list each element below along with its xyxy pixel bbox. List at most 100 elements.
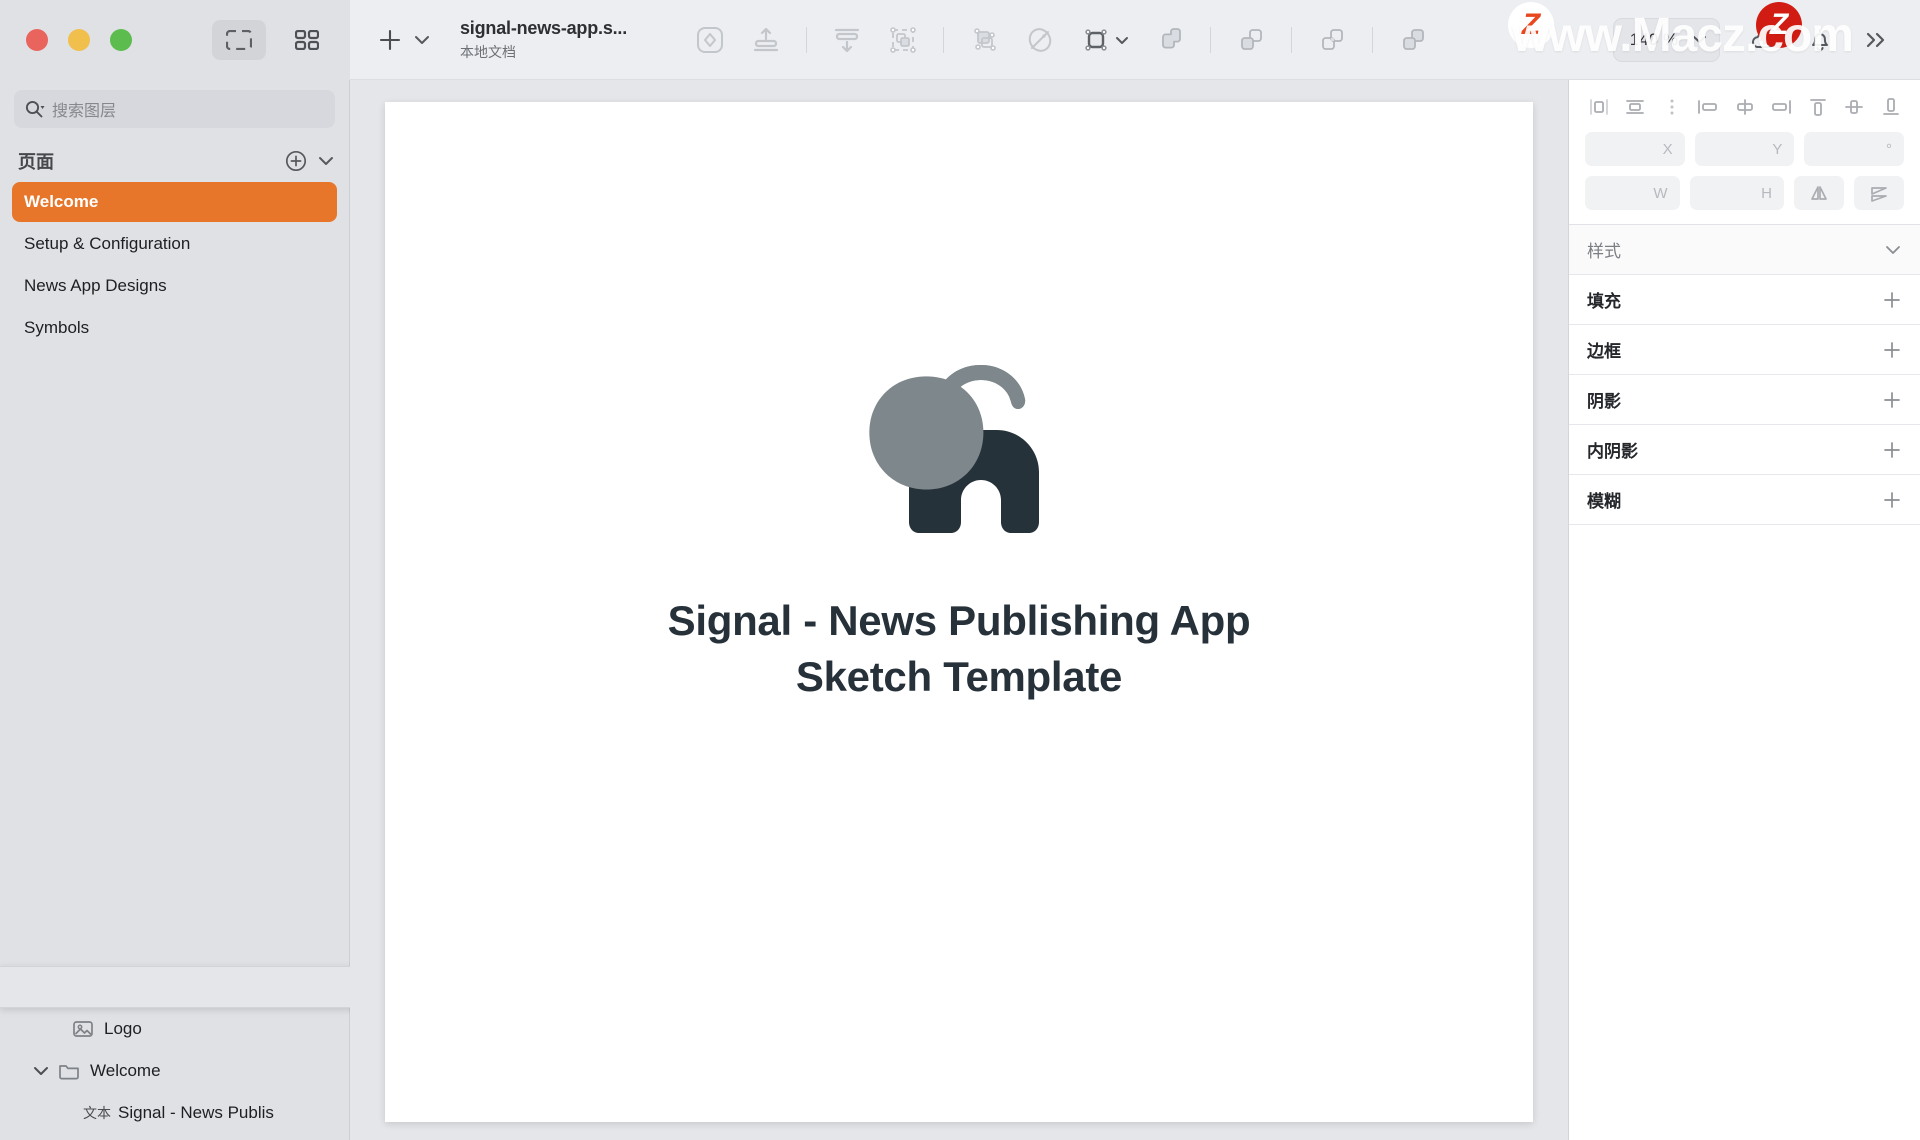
align-right-edge-icon[interactable] [1768, 94, 1795, 120]
document-title: signal-news-app.s... [460, 17, 628, 38]
layer-row-logo[interactable]: Logo [0, 1008, 349, 1050]
union-button[interactable] [1144, 16, 1196, 64]
pages-collapse-chevron-icon[interactable] [317, 153, 335, 169]
section-label: 样式 [1587, 242, 1621, 261]
symbol-button[interactable] [684, 16, 736, 64]
chevron-down-icon[interactable] [1884, 242, 1902, 258]
flip-vertical-button[interactable] [1854, 176, 1904, 210]
send-backward-button[interactable] [821, 16, 873, 64]
y-field[interactable]: Y [1694, 132, 1795, 166]
inspector-section-shadow[interactable]: 阴影 [1569, 375, 1920, 425]
canvas-area[interactable]: Signal - News Publishing App Sketch Temp… [350, 80, 1568, 1140]
inspector-section-blur[interactable]: 模糊 [1569, 475, 1920, 525]
height-field[interactable]: H [1689, 176, 1784, 210]
insert-chevron-down-icon[interactable] [414, 33, 430, 47]
cloud-upload-button[interactable] [1738, 16, 1790, 64]
disclosure-chevron-icon[interactable] [28, 1064, 54, 1078]
align-bottom-edge-icon[interactable] [1877, 94, 1904, 120]
notifications-icon [1806, 26, 1834, 54]
more-toolbar-button[interactable] [1850, 16, 1902, 64]
minimize-button[interactable] [68, 29, 90, 51]
add-border-icon[interactable] [1882, 340, 1902, 360]
add-icon[interactable] [378, 28, 402, 52]
position-row: X Y ° [1585, 132, 1905, 166]
component-button[interactable] [958, 16, 1010, 64]
titlebar-left [0, 0, 350, 80]
add-page-button[interactable] [285, 150, 307, 172]
align-middle-icon[interactable] [1841, 94, 1868, 120]
align-center-icon[interactable] [1731, 94, 1758, 120]
sidebar-page-news-app-designs[interactable]: News App Designs [12, 266, 337, 306]
inspector-section-fill[interactable]: 填充 [1569, 275, 1920, 325]
add-blur-icon[interactable] [1882, 490, 1902, 510]
flip-horizontal-button[interactable] [1794, 176, 1844, 210]
zoom-value: 140 % [1629, 29, 1678, 49]
section-label: 阴影 [1587, 392, 1621, 411]
more-toolbar-icon [1863, 29, 1889, 51]
notifications-button[interactable] [1794, 16, 1846, 64]
toolbar-right-group: 140 % [1612, 16, 1902, 64]
difference-icon [1398, 25, 1428, 55]
artboard-title[interactable]: Signal - News Publishing App Sketch Temp… [668, 593, 1251, 705]
artboard-canvas[interactable]: Signal - News Publishing App Sketch Temp… [385, 102, 1533, 1122]
rotation-field[interactable]: ° [1804, 132, 1905, 166]
page-label: News App Designs [24, 276, 167, 295]
align-center-horizontal-icon[interactable] [1622, 94, 1649, 120]
page-label: Welcome [24, 192, 99, 211]
toolbar-divider [1372, 26, 1373, 53]
elephant-logo[interactable] [859, 357, 1059, 535]
zoom-chevron-down-icon[interactable] [1692, 33, 1707, 46]
grid-view-icon [295, 30, 319, 50]
align-left-icon[interactable] [1585, 94, 1612, 120]
zoom-control[interactable]: 140 % [1612, 17, 1720, 62]
x-field[interactable]: X [1585, 132, 1685, 166]
pages-header: 页面 [0, 142, 349, 182]
document-subtitle: 本地文档 [460, 43, 516, 60]
mask-icon [1025, 25, 1055, 55]
pages-title: 页面 [18, 152, 54, 172]
shape-tool-button[interactable] [1070, 16, 1140, 64]
grid-view-button[interactable] [280, 20, 334, 60]
shape-chevron-down-icon[interactable] [1115, 34, 1129, 46]
difference-button[interactable] [1387, 16, 1439, 64]
mask-button[interactable] [1014, 16, 1066, 64]
pages-empty-space [0, 350, 349, 966]
sidebar-page-welcome[interactable]: Welcome [12, 182, 337, 222]
distribute-icon[interactable] [1658, 94, 1685, 120]
search-layers-field[interactable]: 搜索图层 [14, 90, 335, 128]
cloud-upload-icon [1748, 26, 1780, 54]
layers-list: Artboard Logo [0, 966, 1148, 1140]
document-info[interactable]: signal-news-app.s... 本地文档 [460, 18, 650, 62]
layer-label: Logo [104, 1019, 142, 1038]
add-shadow-icon[interactable] [1882, 390, 1902, 410]
subtract-button[interactable] [1225, 16, 1277, 64]
main-body: 搜索图层 页面 Welcome Setup & Configuration Ne… [0, 80, 1920, 1140]
sidebar-page-setup-configuration[interactable]: Setup & Configuration [12, 224, 337, 264]
layer-label: Welcome [90, 1061, 161, 1080]
width-field[interactable]: W [1585, 176, 1680, 210]
intersect-button[interactable] [1306, 16, 1358, 64]
layer-row-welcome-group[interactable]: Welcome [0, 1050, 349, 1092]
inspector-section-style[interactable]: 样式 [1569, 225, 1920, 275]
search-placeholder: 搜索图层 [52, 103, 117, 120]
inspector-section-border[interactable]: 边框 [1569, 325, 1920, 375]
align-left-edge-icon[interactable] [1695, 94, 1722, 120]
zoom-button[interactable] [110, 29, 132, 51]
align-top-icon [751, 25, 781, 55]
group-button[interactable] [877, 16, 929, 64]
align-top-edge-icon[interactable] [1804, 94, 1831, 120]
close-button[interactable] [26, 29, 48, 51]
intersect-icon [1317, 25, 1347, 55]
inspector-section-inner-shadow[interactable]: 内阴影 [1569, 425, 1920, 475]
canvas-view-button[interactable] [212, 20, 266, 60]
bring-forward-button[interactable] [740, 16, 792, 64]
sidebar-page-symbols[interactable]: Symbols [12, 308, 337, 348]
toolbar-divider [943, 26, 944, 53]
add-fill-icon[interactable] [1882, 290, 1902, 310]
canvas-view-icon [226, 30, 252, 50]
flip-vertical-icon [1868, 183, 1890, 203]
insert-group [368, 28, 444, 52]
layer-row-signal-text[interactable]: 文本 Signal - News Publis [0, 1092, 349, 1134]
add-inner-shadow-icon[interactable] [1882, 440, 1902, 460]
flip-horizontal-icon [1808, 183, 1830, 203]
